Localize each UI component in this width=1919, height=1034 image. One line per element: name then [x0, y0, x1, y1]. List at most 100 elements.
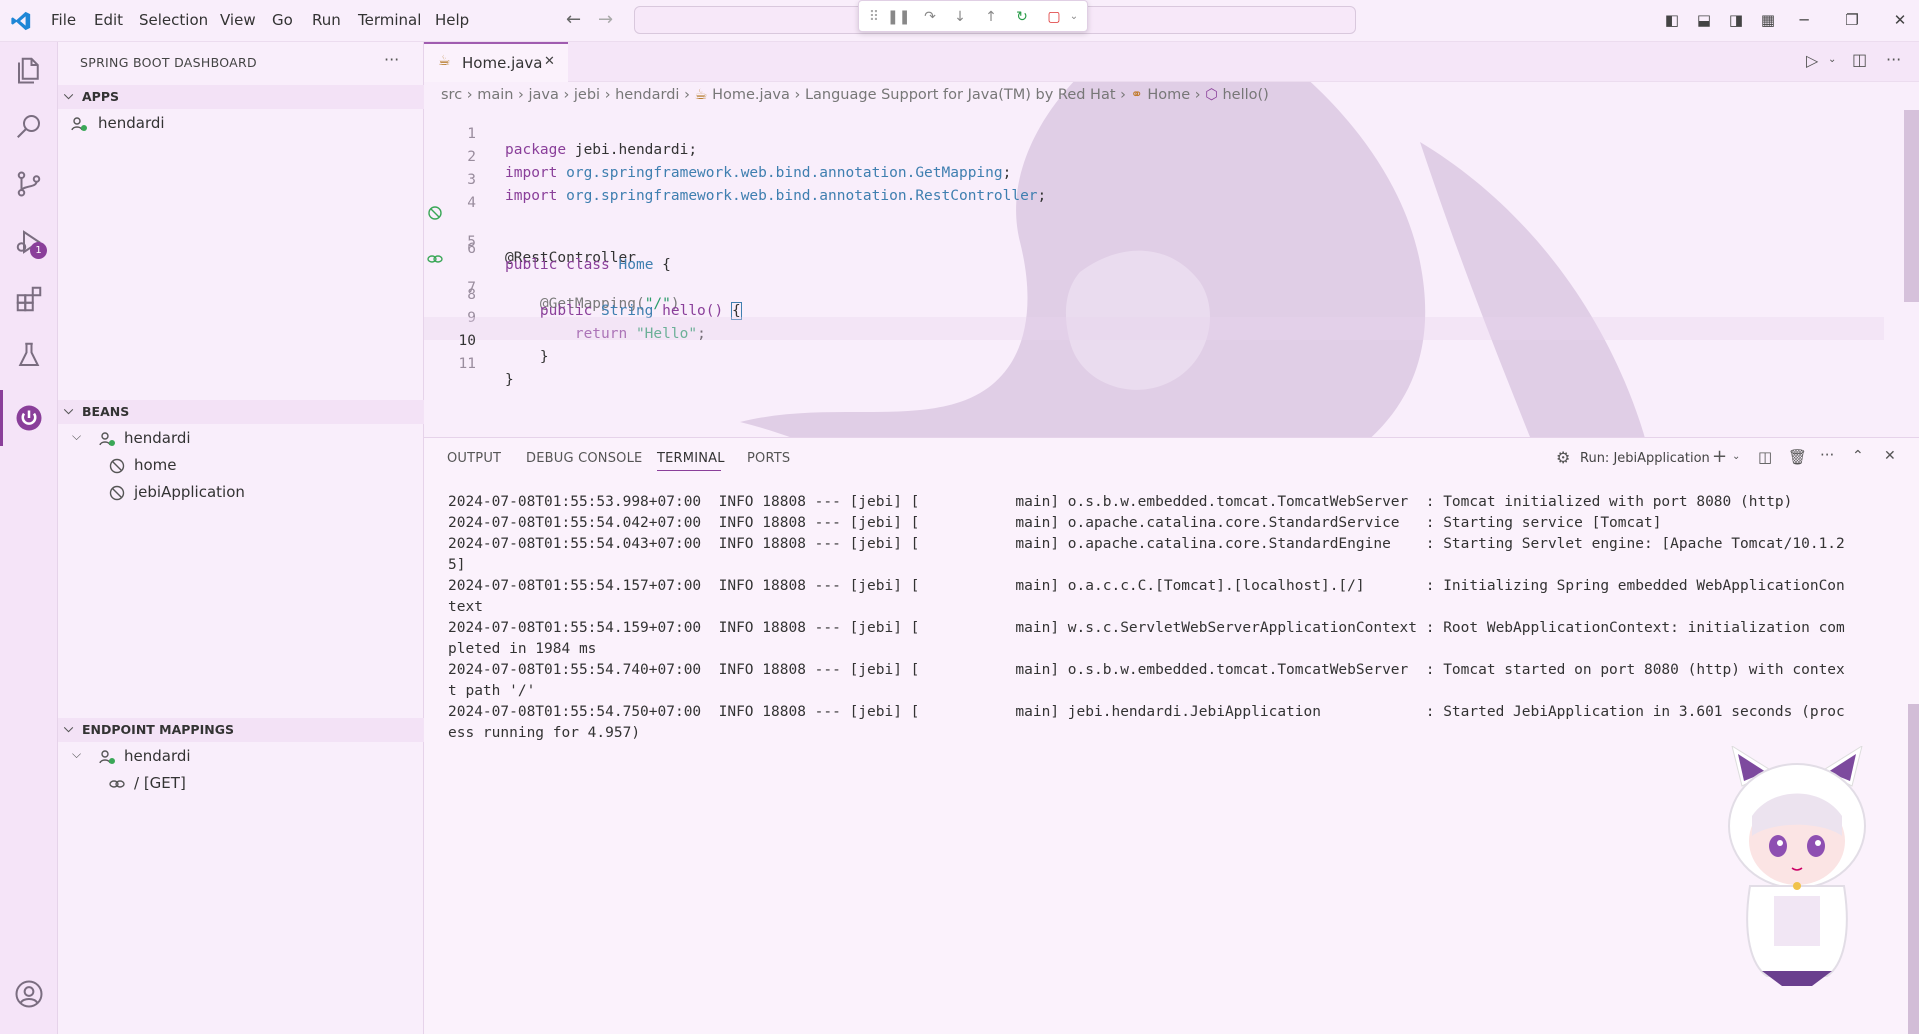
breadcrumb-item[interactable]: jebi	[574, 87, 600, 103]
app-item-hendardi[interactable]: hendardi	[58, 112, 424, 136]
breadcrumb-item[interactable]: Home	[1147, 87, 1190, 103]
terminal-line: 2024-07-08T01:55:54.750+07:00 INFO 18808…	[448, 704, 1845, 720]
code-line[interactable]: 9 return "Hello";	[424, 294, 1884, 342]
link-icon	[109, 780, 125, 788]
close-tab-icon[interactable]: ✕	[544, 54, 555, 69]
breadcrumb-item[interactable]: main	[477, 87, 513, 103]
code-line-current[interactable]: 10 }	[424, 317, 1884, 365]
menu-edit[interactable]: Edit	[94, 11, 123, 29]
back-arrow-icon[interactable]: ←	[566, 9, 581, 30]
code-line[interactable]: 2 import org.springframework.web.bind.an…	[424, 133, 1884, 181]
restore-icon[interactable]: ❐	[1838, 8, 1866, 32]
explorer-icon[interactable]	[0, 42, 58, 98]
pause-icon[interactable]: ❚❚	[887, 7, 910, 27]
testing-icon[interactable]	[0, 327, 58, 383]
code-line[interactable]: 1 package jebi.hendardi;	[424, 110, 1884, 158]
stop-icon[interactable]: ▢	[1043, 7, 1065, 27]
tab-home-java[interactable]: ☕ Home.java ✕	[424, 42, 568, 82]
bean-root-label: hendardi	[124, 429, 191, 447]
split-editor-icon[interactable]: ◫	[1852, 50, 1867, 69]
more-actions-icon[interactable]: ···	[384, 50, 399, 69]
breadcrumb-item[interactable]: Language Support for Java(TM) by Red Hat	[805, 87, 1116, 103]
endpoint-item-get-root[interactable]: / [GET]	[58, 772, 424, 796]
split-terminal-icon[interactable]: ◫	[1758, 448, 1772, 466]
maximize-panel-chevron-up-icon[interactable]: ⌃	[1852, 448, 1864, 464]
vscode-logo-icon	[11, 11, 31, 31]
terminal-instance-label[interactable]: Run: JebiApplication	[1580, 451, 1710, 466]
bean-item-jebiapplication[interactable]: jebiApplication	[58, 481, 424, 505]
menu-file[interactable]: File	[51, 11, 76, 29]
toggle-primary-sidebar-icon[interactable]: ◧	[1658, 8, 1686, 32]
code-line[interactable]: 8 public String hello() {	[424, 271, 1884, 320]
kill-terminal-trash-icon[interactable]: 🗑	[1788, 448, 1807, 466]
more-actions-icon[interactable]: ···	[1820, 446, 1834, 464]
source-control-icon[interactable]	[0, 156, 58, 212]
menu-run[interactable]: Run	[312, 11, 341, 29]
endpoint-gutter-icon[interactable]	[426, 250, 444, 268]
spring-boot-dashboard-icon[interactable]	[0, 390, 58, 446]
search-icon[interactable]	[0, 98, 58, 154]
run-java-icon[interactable]: ▷	[1806, 51, 1818, 70]
manage-gear-icon[interactable]	[0, 1022, 58, 1034]
breadcrumb-item[interactable]: hendardi	[615, 87, 679, 103]
menu-help[interactable]: Help	[435, 11, 469, 29]
terminal-dropdown-chevron-icon[interactable]: ⌄	[1732, 451, 1740, 462]
step-over-icon[interactable]: ↷	[919, 7, 941, 27]
tab-ports[interactable]: PORTS	[747, 451, 790, 466]
section-beans-label: BEANS	[82, 404, 130, 419]
chevron-down-icon[interactable]: ⌄	[1063, 7, 1085, 27]
toggle-panel-icon[interactable]: ⬓	[1690, 8, 1718, 32]
run-dropdown-chevron-icon[interactable]: ⌄	[1828, 54, 1836, 65]
more-actions-icon[interactable]: ···	[1886, 50, 1901, 69]
customize-layout-icon[interactable]: ▦	[1754, 8, 1782, 32]
close-panel-icon[interactable]: ✕	[1884, 448, 1896, 464]
tab-debug-console[interactable]: DEBUG CONSOLE	[526, 451, 642, 466]
bean-item-home[interactable]: home	[58, 454, 424, 478]
code-line[interactable]: 7 @GetMapping("/")	[424, 248, 1884, 312]
breadcrumb-item[interactable]: hello()	[1222, 87, 1268, 103]
breadcrumb-item[interactable]: src	[441, 87, 462, 103]
menu-selection[interactable]: Selection	[139, 11, 208, 29]
spring-boot-sidebar: SPRING BOOT DASHBOARD ··· ⌵ APPS hendard…	[58, 42, 424, 1034]
terminal-line: pleted in 1984 ms	[448, 641, 597, 657]
chevron-right-icon: ›	[466, 87, 473, 103]
code-line[interactable]: 5 @RestController	[424, 202, 1884, 266]
close-window-icon[interactable]: ✕	[1886, 8, 1914, 32]
run-and-debug-icon[interactable]	[0, 214, 58, 270]
activity-bar: 1	[0, 42, 58, 1034]
chevron-right-icon: ›	[563, 87, 570, 103]
spring-app-icon	[99, 432, 115, 446]
restart-icon[interactable]: ↻	[1011, 7, 1033, 27]
toggle-secondary-sidebar-icon[interactable]: ◨	[1722, 8, 1750, 32]
bean-root-hendardi[interactable]: ⌵ hendardi	[58, 427, 424, 451]
minimize-icon[interactable]: ─	[1790, 8, 1818, 32]
tab-terminal[interactable]: TERMINAL	[657, 451, 725, 466]
drag-handle-icon[interactable]: ⠿	[863, 7, 885, 27]
endpoint-root-hendardi[interactable]: ⌵ hendardi	[58, 745, 424, 769]
section-endpoint-mappings[interactable]: ⌵ ENDPOINT MAPPINGS	[58, 718, 424, 742]
breadcrumb-item[interactable]: Home.java	[712, 87, 790, 103]
step-into-icon[interactable]: ↓	[949, 7, 971, 27]
bean-gutter-icon[interactable]	[426, 204, 444, 222]
menu-terminal[interactable]: Terminal	[358, 11, 421, 29]
editor-scrollbar[interactable]	[1904, 110, 1919, 302]
chevron-right-icon: ›	[684, 87, 690, 103]
code-line[interactable]: 3 import org.springframework.web.bind.an…	[424, 156, 1884, 204]
tab-output[interactable]: OUTPUT	[447, 451, 501, 466]
code-line[interactable]: 6 public class Home {	[424, 225, 1884, 273]
chevron-right-icon: ›	[604, 87, 611, 103]
menu-view[interactable]: View	[220, 11, 256, 29]
code-line[interactable]: 11 }	[424, 340, 1884, 388]
extensions-icon[interactable]	[0, 271, 58, 327]
breadcrumb-item[interactable]: java	[528, 87, 558, 103]
section-apps[interactable]: ⌵ APPS	[58, 85, 424, 109]
code-line[interactable]: 4	[424, 179, 1884, 211]
step-out-icon[interactable]: ↑	[980, 7, 1002, 27]
terminal-scrollbar[interactable]	[1908, 704, 1919, 1034]
accounts-icon[interactable]	[0, 966, 58, 1022]
debug-badge: 1	[30, 242, 47, 259]
section-beans[interactable]: ⌵ BEANS	[58, 400, 424, 424]
new-terminal-icon[interactable]: +	[1712, 446, 1727, 467]
menu-go[interactable]: Go	[272, 11, 293, 29]
forward-arrow-icon[interactable]: →	[598, 9, 613, 30]
